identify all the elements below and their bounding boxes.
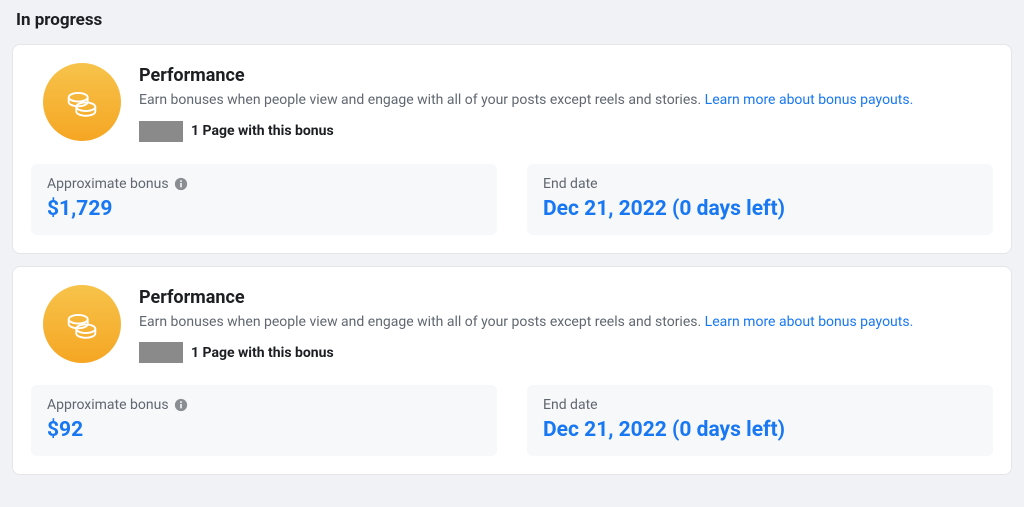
approx-bonus-label: Approximate bonus xyxy=(47,397,169,413)
coins-icon xyxy=(43,63,121,141)
end-date-label: End date xyxy=(543,397,598,413)
card-header: Performance Earn bonuses when people vie… xyxy=(13,45,1011,156)
info-icon[interactable] xyxy=(174,177,188,191)
card-subtitle: Earn bonuses when people view and engage… xyxy=(139,91,993,111)
end-date-box: End date Dec 21, 2022 (0 days left) xyxy=(527,164,993,235)
stats-row: Approximate bonus $92 End date Dec 21, 2 xyxy=(13,377,1011,474)
learn-more-link[interactable]: Learn more about bonus payouts. xyxy=(705,314,914,330)
approx-bonus-value: $92 xyxy=(47,418,481,442)
end-date-box: End date Dec 21, 2022 (0 days left) xyxy=(527,385,993,456)
approx-bonus-box: Approximate bonus $1,729 xyxy=(31,164,497,235)
card-subtitle-text: Earn bonuses when people view and engage… xyxy=(139,92,705,108)
card-header-content: Performance Earn bonuses when people vie… xyxy=(139,63,993,142)
card-title: Performance xyxy=(139,287,993,308)
info-icon[interactable] xyxy=(174,398,188,412)
approx-bonus-box: Approximate bonus $92 xyxy=(31,385,497,456)
learn-more-link[interactable]: Learn more about bonus payouts. xyxy=(705,92,914,108)
bonus-card: Performance Earn bonuses when people vie… xyxy=(12,44,1012,254)
end-date-value: Dec 21, 2022 (0 days left) xyxy=(543,418,977,442)
card-subtitle-text: Earn bonuses when people view and engage… xyxy=(139,314,705,330)
bonus-card: Performance Earn bonuses when people vie… xyxy=(12,266,1012,476)
coins-icon xyxy=(43,285,121,363)
section-title: In progress xyxy=(12,0,1012,44)
page-thumbnail xyxy=(139,121,183,142)
page-count-text: 1 Page with this bonus xyxy=(191,345,334,361)
approx-bonus-label: Approximate bonus xyxy=(47,176,169,192)
card-subtitle: Earn bonuses when people view and engage… xyxy=(139,313,993,333)
card-header: Performance Earn bonuses when people vie… xyxy=(13,267,1011,378)
page-row: 1 Page with this bonus xyxy=(139,342,993,363)
approx-bonus-value: $1,729 xyxy=(47,197,481,221)
stats-row: Approximate bonus $1,729 End date Dec 21 xyxy=(13,156,1011,253)
page-row: 1 Page with this bonus xyxy=(139,121,993,142)
end-date-value: Dec 21, 2022 (0 days left) xyxy=(543,197,977,221)
card-header-content: Performance Earn bonuses when people vie… xyxy=(139,285,993,364)
end-date-label: End date xyxy=(543,176,598,192)
page-count-text: 1 Page with this bonus xyxy=(191,123,334,139)
card-title: Performance xyxy=(139,65,993,86)
page-thumbnail xyxy=(139,342,183,363)
